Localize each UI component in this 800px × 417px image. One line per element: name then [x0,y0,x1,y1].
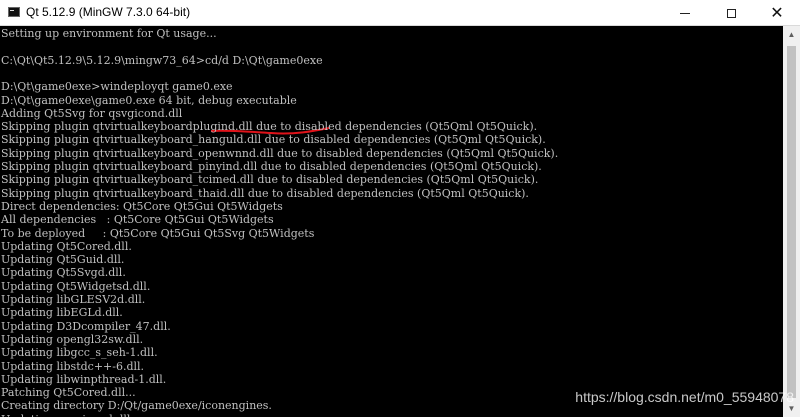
console-line: Setting up environment for Qt usage... [1,27,217,40]
scroll-thumb[interactable] [787,46,796,398]
console-line: Updating libwinpthread-1.dll. [1,372,167,386]
console-line: Updating opengl32sw.dll. [1,332,144,346]
console-line: Skipping plugin qtvirtualkeyboard_pinyin… [1,160,542,173]
vertical-scrollbar[interactable]: ▲ ▼ [783,26,800,417]
console-icon [8,7,20,17]
console-line: Patching Qt5Cored.dll... [1,386,136,400]
window-title: Qt 5.12.9 (MinGW 7.3.0 64-bit) [26,5,191,19]
console-line: Skipping plugin qtvirtualkeyboard_hangul… [1,133,546,147]
maximize-icon [726,8,736,18]
console-line: All dependencies : Qt5Core Qt5Gui Qt5Wid… [1,213,274,227]
console-line: Adding Qt5Svg for qsvgicond.dll [1,106,183,120]
console-line: Updating libstdc++-6.dll. [1,359,145,373]
console-line: D:\Qt\game0exe>windeployqt game0.exe [1,80,233,94]
console-line: Updating Qt5Guid.dll. [1,253,125,267]
console-line: Creating directory D:/Qt/game0exe/iconen… [1,399,272,413]
console-line: Updating Qt5Svgd.dll. [1,266,126,280]
console-line: Updating libGLESV2d.dll. [1,293,146,306]
minimize-button[interactable] [662,0,708,26]
console-line: Skipping plugin qtvirtualkeyboard_thaid.… [1,186,529,200]
console-line: Updating qsvgicond.dll. [1,413,134,417]
console-line: Skipping plugin qtvirtualkeyboard_openwn… [1,146,559,160]
console-line: Updating Qt5Widgetsd.dll. [1,279,151,293]
console-line: D:\Qt\game0exe\game0.exe 64 bit, debug e… [1,93,297,107]
console-line: Updating libEGLd.dll. [1,306,123,320]
minimize-icon [680,12,690,14]
console-line: Direct dependencies: Qt5Core Qt5Gui Qt5W… [1,199,283,213]
console-line: Updating libgcc_s_seh-1.dll. [1,346,158,360]
console-line: To be deployed : Qt5Core Qt5Gui Qt5Svg Q… [1,226,315,240]
maximize-button[interactable] [708,0,754,26]
console-line: C:\Qt\Qt5.12.9\5.12.9\mingw73_64>cd/d D:… [1,53,323,67]
console-line: Skipping plugin qtvirtualkeyboard_tcimed… [1,173,539,187]
close-button[interactable]: ✕ [754,0,800,26]
console-line: Updating D3Dcompiler_47.dll. [1,319,171,333]
console-line: Skipping plugin qtvirtualkeyboardplugind… [1,120,538,134]
title-bar: Qt 5.12.9 (MinGW 7.3.0 64-bit) ✕ [0,0,800,26]
console-output[interactable]: Setting up environment for Qt usage... C:… [0,26,783,417]
close-icon: ✕ [770,3,784,22]
scroll-up-arrow-icon[interactable]: ▲ [783,26,800,43]
console-line: Updating Qt5Cored.dll. [1,239,132,253]
watermark: https://blog.csdn.net/m0_55948078 [575,389,794,405]
